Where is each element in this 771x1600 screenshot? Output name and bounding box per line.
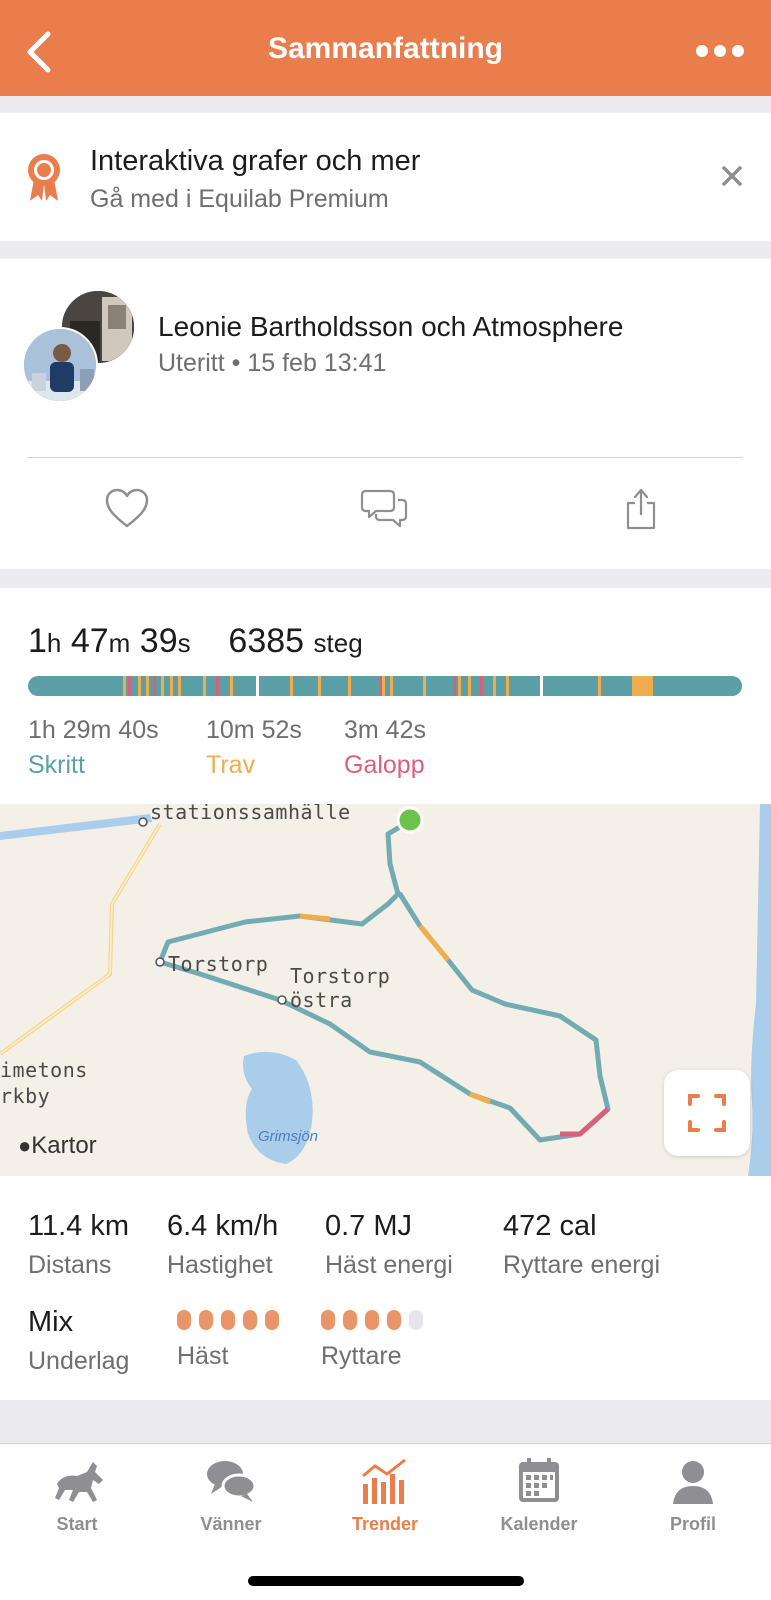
map-label-rkby: rkby [0,1084,51,1108]
gait-stripe [161,676,164,696]
tab-start[interactable]: Start [0,1454,154,1535]
gait-stripe [423,676,426,696]
stat-speed: 6.4 km/h Hastighet [167,1210,279,1279]
premium-subtitle: Gå med i Equilab Premium [90,185,389,213]
share-icon[interactable] [624,487,658,531]
calendar-icon [519,1458,559,1502]
gait-stripe [390,676,393,696]
rating-dot [199,1310,213,1330]
rating-dot [343,1310,357,1330]
map-canvas [0,804,771,1176]
map-label-torstorp-ostra-1: Torstorp [290,964,391,988]
close-icon[interactable] [721,165,743,187]
map-label-imetons: imetons [0,1058,88,1082]
gait-stripe [598,676,601,696]
gait-stripe [318,676,321,696]
map-label-stationssamhalle: stationssamhälle [150,804,351,824]
tab-calendar[interactable]: Kalender [462,1454,616,1535]
rating-dot [387,1310,401,1330]
gait-stripe [480,676,483,696]
gait-stripe [203,676,206,696]
rating-dot [221,1310,235,1330]
gait-canter: 3m 42s Galopp [344,716,426,779]
route-map[interactable]: stationssamhälle Torstorp Torstorp östra… [0,804,771,1176]
divider [28,457,743,458]
tab-profile[interactable]: Profil [616,1454,770,1535]
rating-dot [321,1310,335,1330]
horse-rating-dots [177,1306,279,1334]
gait-stripe [468,676,471,696]
like-heart-icon[interactable] [104,487,150,529]
gait-stripe [170,676,173,696]
gait-stripe [634,676,652,696]
gait-stripe [123,676,126,696]
gait-timeline-bar [28,676,742,696]
gait-stripe [230,676,233,696]
rider-rating-dots [321,1306,423,1334]
activity-datetime: 15 feb 13:41 [247,349,387,377]
rating-dot [365,1310,379,1330]
rating-dot [265,1310,279,1330]
total-duration: 1h 47m 39s 6385 steg [28,622,363,660]
stat-rider-energy: 472 cal Ryttare energi [503,1210,661,1279]
fullscreen-icon [688,1094,726,1132]
stats-card: 11.4 km Distans 6.4 km/h Hastighet 0.7 M… [0,1176,771,1400]
stat-horse-energy: 0.7 MJ Häst energi [325,1210,453,1279]
activity-card: Leonie Bartholdsson och Atmosphere Uteri… [0,259,771,569]
profile-icon [673,1461,713,1504]
meta-separator: • [231,349,241,377]
apple-logo-icon: ● [18,1133,32,1158]
tab-friends[interactable]: Vänner [154,1454,308,1535]
tab-trends[interactable]: Trender [308,1454,462,1535]
gait-stripe [216,676,219,696]
gait-stripe [348,676,351,696]
gait-trot: 10m 52s Trav [206,716,302,779]
gait-stripe [290,676,293,696]
gait-stripe [178,676,181,696]
gait-summary-card: 1h 47m 39s 6385 steg 1h 29m 40s Skritt 1… [0,588,771,804]
gait-stripe [458,676,461,696]
gait-stripe [506,676,509,696]
rating-dot [409,1310,423,1330]
stat-surface: Mix Underlag [28,1306,130,1375]
gait-stripe [540,676,543,696]
map-label-torstorp: Torstorp [168,952,269,976]
gait-stripe [256,676,259,696]
gait-stripe [153,676,156,696]
horse-icon [55,1462,103,1502]
comment-icon[interactable] [360,487,408,529]
stat-distance: 11.4 km Distans [28,1210,130,1279]
home-indicator [248,1576,524,1586]
award-ribbon-icon [28,154,60,201]
stat-rider-rating: Ryttare [321,1306,423,1371]
gait-stripe [128,676,131,696]
map-label-torstorp-ostra-2: östra [290,988,353,1012]
map-label-grimsjon: Grimsjön [258,1128,319,1145]
gait-stripe [138,676,141,696]
expand-map-button[interactable] [664,1070,750,1156]
step-count: 6385 [228,622,305,660]
rider-avatar[interactable] [22,327,98,403]
chat-icon [207,1461,257,1502]
gait-walk: 1h 29m 40s Skritt [28,716,159,779]
stat-horse-rating: Häst [177,1306,279,1371]
nav-bar: Sammanfattning [0,0,771,96]
rating-dot [177,1310,191,1330]
premium-title: Interaktiva grafer och mer [90,145,421,177]
activity-meta: Uteritt • 15 feb 13:41 [158,349,386,378]
more-icon[interactable] [695,44,745,58]
trend-icon [362,1458,406,1504]
rating-dot [243,1310,257,1330]
activity-title: Leonie Bartholdsson och Atmosphere [158,311,624,342]
page-title: Sammanfattning [267,32,504,65]
gait-stripe [146,676,149,696]
map-attribution: ●Kartor [18,1132,97,1159]
activity-type: Uteritt [158,349,225,377]
gait-stripe [493,676,496,696]
gait-stripe [382,676,385,696]
gait-stripe [453,676,456,696]
step-unit: steg [313,628,363,658]
